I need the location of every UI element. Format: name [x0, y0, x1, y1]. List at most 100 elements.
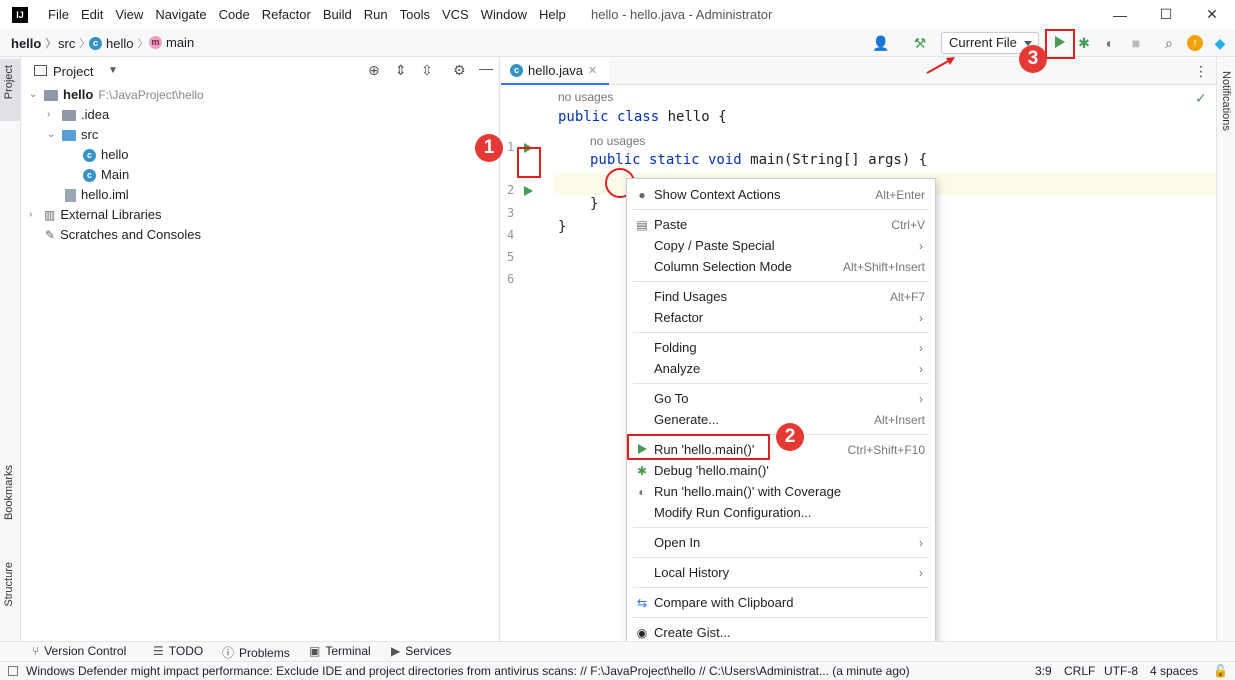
maximize-button[interactable]: ☐ [1143, 0, 1189, 29]
chevron-down-icon[interactable]: ▼ [108, 65, 118, 76]
project-tool-tab[interactable]: Project [0, 59, 20, 121]
gear-icon[interactable]: ⚙ [453, 62, 466, 79]
menu-item-label: Copy / Paste Special [654, 238, 775, 253]
tool-terminal[interactable]: ▣ Terminal [309, 644, 371, 658]
code-line-2[interactable]: public static void main(String[] args) { [590, 152, 927, 168]
menu-tools[interactable]: Tools [394, 0, 436, 29]
collapse-all-icon[interactable]: ⇳ [421, 62, 433, 79]
status-bar: Windows Defender might impact performanc… [0, 661, 1235, 680]
intellij-logo-icon[interactable]: IJ [12, 6, 28, 23]
status-message[interactable]: Windows Defender might impact performanc… [26, 664, 1026, 678]
tree-item-external-libraries[interactable]: › ▥ External Libraries [29, 205, 162, 225]
tree-item-idea[interactable]: › .idea [47, 105, 109, 125]
tool-services[interactable]: ▶ Services [391, 644, 451, 658]
menu-edit[interactable]: Edit [75, 0, 109, 29]
menu-navigate[interactable]: Navigate [149, 0, 212, 29]
line-number: 4 [507, 228, 515, 242]
tool-version-control[interactable]: ⑂ Version Control [32, 644, 126, 658]
debug-bug-icon[interactable]: ✱ [1076, 35, 1092, 51]
tree-item-main[interactable]: c Main [83, 165, 129, 185]
run-configuration-label: Current File [949, 35, 1017, 50]
indent-setting[interactable]: 4 spaces [1150, 664, 1198, 678]
menu-build[interactable]: Build [317, 0, 358, 29]
menu-item-folding[interactable]: Folding › [627, 337, 935, 358]
hide-panel-icon[interactable]: — [479, 60, 493, 76]
tab-hello-java[interactable]: c hello.java ✕ [501, 57, 609, 85]
minimize-button[interactable]: — [1097, 0, 1143, 29]
close-button[interactable]: ✕ [1189, 0, 1235, 29]
jetbrains-toolbox-icon[interactable]: ◆ [1212, 35, 1228, 51]
notifications-tool-tab[interactable]: Notifications [1220, 71, 1232, 131]
code-line-5[interactable]: } [558, 219, 566, 235]
menu-item-modify-run-configuration[interactable]: Modify Run Configuration... [627, 502, 935, 523]
file-encoding[interactable]: UTF-8 [1104, 664, 1138, 678]
menu-item-local-history[interactable]: Local History › [627, 562, 935, 583]
menu-help[interactable]: Help [533, 0, 572, 29]
code-line-4[interactable]: } [590, 196, 598, 212]
caret-position[interactable]: 3:9 [1035, 664, 1052, 678]
breadcrumb-project[interactable]: hello 〉 [11, 35, 56, 51]
search-icon[interactable]: ⌕ [1161, 35, 1177, 51]
menu-item-create-gist[interactable]: ◉ Create Gist... [627, 622, 935, 643]
tool-todo[interactable]: ☰ TODO [153, 644, 203, 658]
menu-window[interactable]: Window [475, 0, 533, 29]
close-tab-icon[interactable]: ✕ [588, 64, 597, 77]
chevron-right-icon: › [919, 361, 923, 376]
menu-item-compare-with-clipboard[interactable]: ⇆ Compare with Clipboard [627, 592, 935, 613]
breadcrumb-src[interactable]: src 〉 [58, 35, 90, 51]
annotation-arrow-icon [926, 57, 955, 74]
menu-separator [633, 587, 929, 588]
menu-item-debug-hello-main[interactable]: ✱ Debug 'hello.main()' [627, 460, 935, 481]
tree-item-hello[interactable]: c hello [83, 145, 128, 165]
line-separator[interactable]: CRLF [1064, 664, 1095, 678]
scratches-icon: ✎ [45, 228, 56, 242]
tree-item-root[interactable]: ⌄ hello F:\JavaProject\hello [29, 85, 204, 105]
gutter-run-main-icon[interactable] [524, 184, 533, 199]
menu-item-copy-paste-special[interactable]: Copy / Paste Special › [627, 235, 935, 256]
stop-icon[interactable]: ■ [1128, 35, 1144, 51]
menu-run[interactable]: Run [358, 0, 394, 29]
lock-icon[interactable]: 🔓 [1213, 664, 1228, 678]
bookmarks-tool-tab[interactable]: Bookmarks [3, 465, 15, 520]
menu-item-label: Run 'hello.main()' with Coverage [654, 484, 842, 499]
breadcrumb-class[interactable]: c hello 〉 [89, 35, 148, 51]
menu-item-run-with-coverage[interactable]: ◐ Run 'hello.main()' with Coverage [627, 481, 935, 502]
folder-icon [44, 89, 58, 101]
menu-item-paste[interactable]: ▤ Paste Ctrl+V [627, 214, 935, 235]
user-icon[interactable]: 👤 [872, 35, 889, 51]
locate-icon[interactable]: ⊕ [368, 62, 380, 79]
menu-vcs[interactable]: VCS [436, 0, 475, 29]
expand-all-icon[interactable]: ⇕ [395, 62, 407, 79]
github-icon: ◉ [636, 625, 648, 640]
menu-item-open-in[interactable]: Open In › [627, 532, 935, 553]
coverage-icon: ◐ [638, 484, 646, 499]
project-panel-header: Project ▼ ⊕ ⇕ ⇳ ⚙ — [21, 57, 500, 85]
inspection-ok-check-icon[interactable]: ✓ [1195, 90, 1207, 107]
tree-item-src[interactable]: ⌄ src [47, 125, 98, 145]
more-options-icon[interactable]: ⋮ [1194, 63, 1208, 80]
build-hammer-icon[interactable]: ⚒ [912, 35, 928, 51]
breadcrumb-method[interactable]: m main [149, 35, 194, 50]
menu-file[interactable]: File [42, 0, 75, 29]
menu-item-go-to[interactable]: Go To › [627, 388, 935, 409]
tree-item-scratches[interactable]: ✎ Scratches and Consoles [45, 225, 201, 245]
menu-item-analyze[interactable]: Analyze › [627, 358, 935, 379]
menu-refactor[interactable]: Refactor [256, 0, 317, 29]
menu-view[interactable]: View [109, 0, 149, 29]
menu-item-find-usages[interactable]: Find Usages Alt+F7 [627, 286, 935, 307]
menu-item-show-context-actions[interactable]: ● Show Context Actions Alt+Enter [627, 184, 935, 205]
tool-problems[interactable]: ⓘ Problems [222, 644, 290, 661]
annotation-box-gutter-run [517, 147, 541, 178]
menu-item-column-selection-mode[interactable]: Column Selection Mode Alt+Shift+Insert [627, 256, 935, 277]
project-panel-title[interactable]: Project [53, 64, 93, 79]
menu-item-refactor[interactable]: Refactor › [627, 307, 935, 328]
menu-code[interactable]: Code [213, 0, 256, 29]
structure-tool-tab[interactable]: Structure [3, 562, 15, 607]
status-toggle-icon[interactable] [8, 666, 18, 676]
coverage-icon[interactable]: ◐ [1102, 35, 1118, 51]
code-line-1[interactable]: public class hello { [558, 109, 727, 125]
update-icon[interactable]: ↑ [1187, 35, 1203, 51]
tree-item-iml[interactable]: hello.iml [65, 185, 129, 205]
menu-item-label: Column Selection Mode [654, 259, 793, 274]
right-tool-strip: Notifications [1216, 57, 1235, 641]
